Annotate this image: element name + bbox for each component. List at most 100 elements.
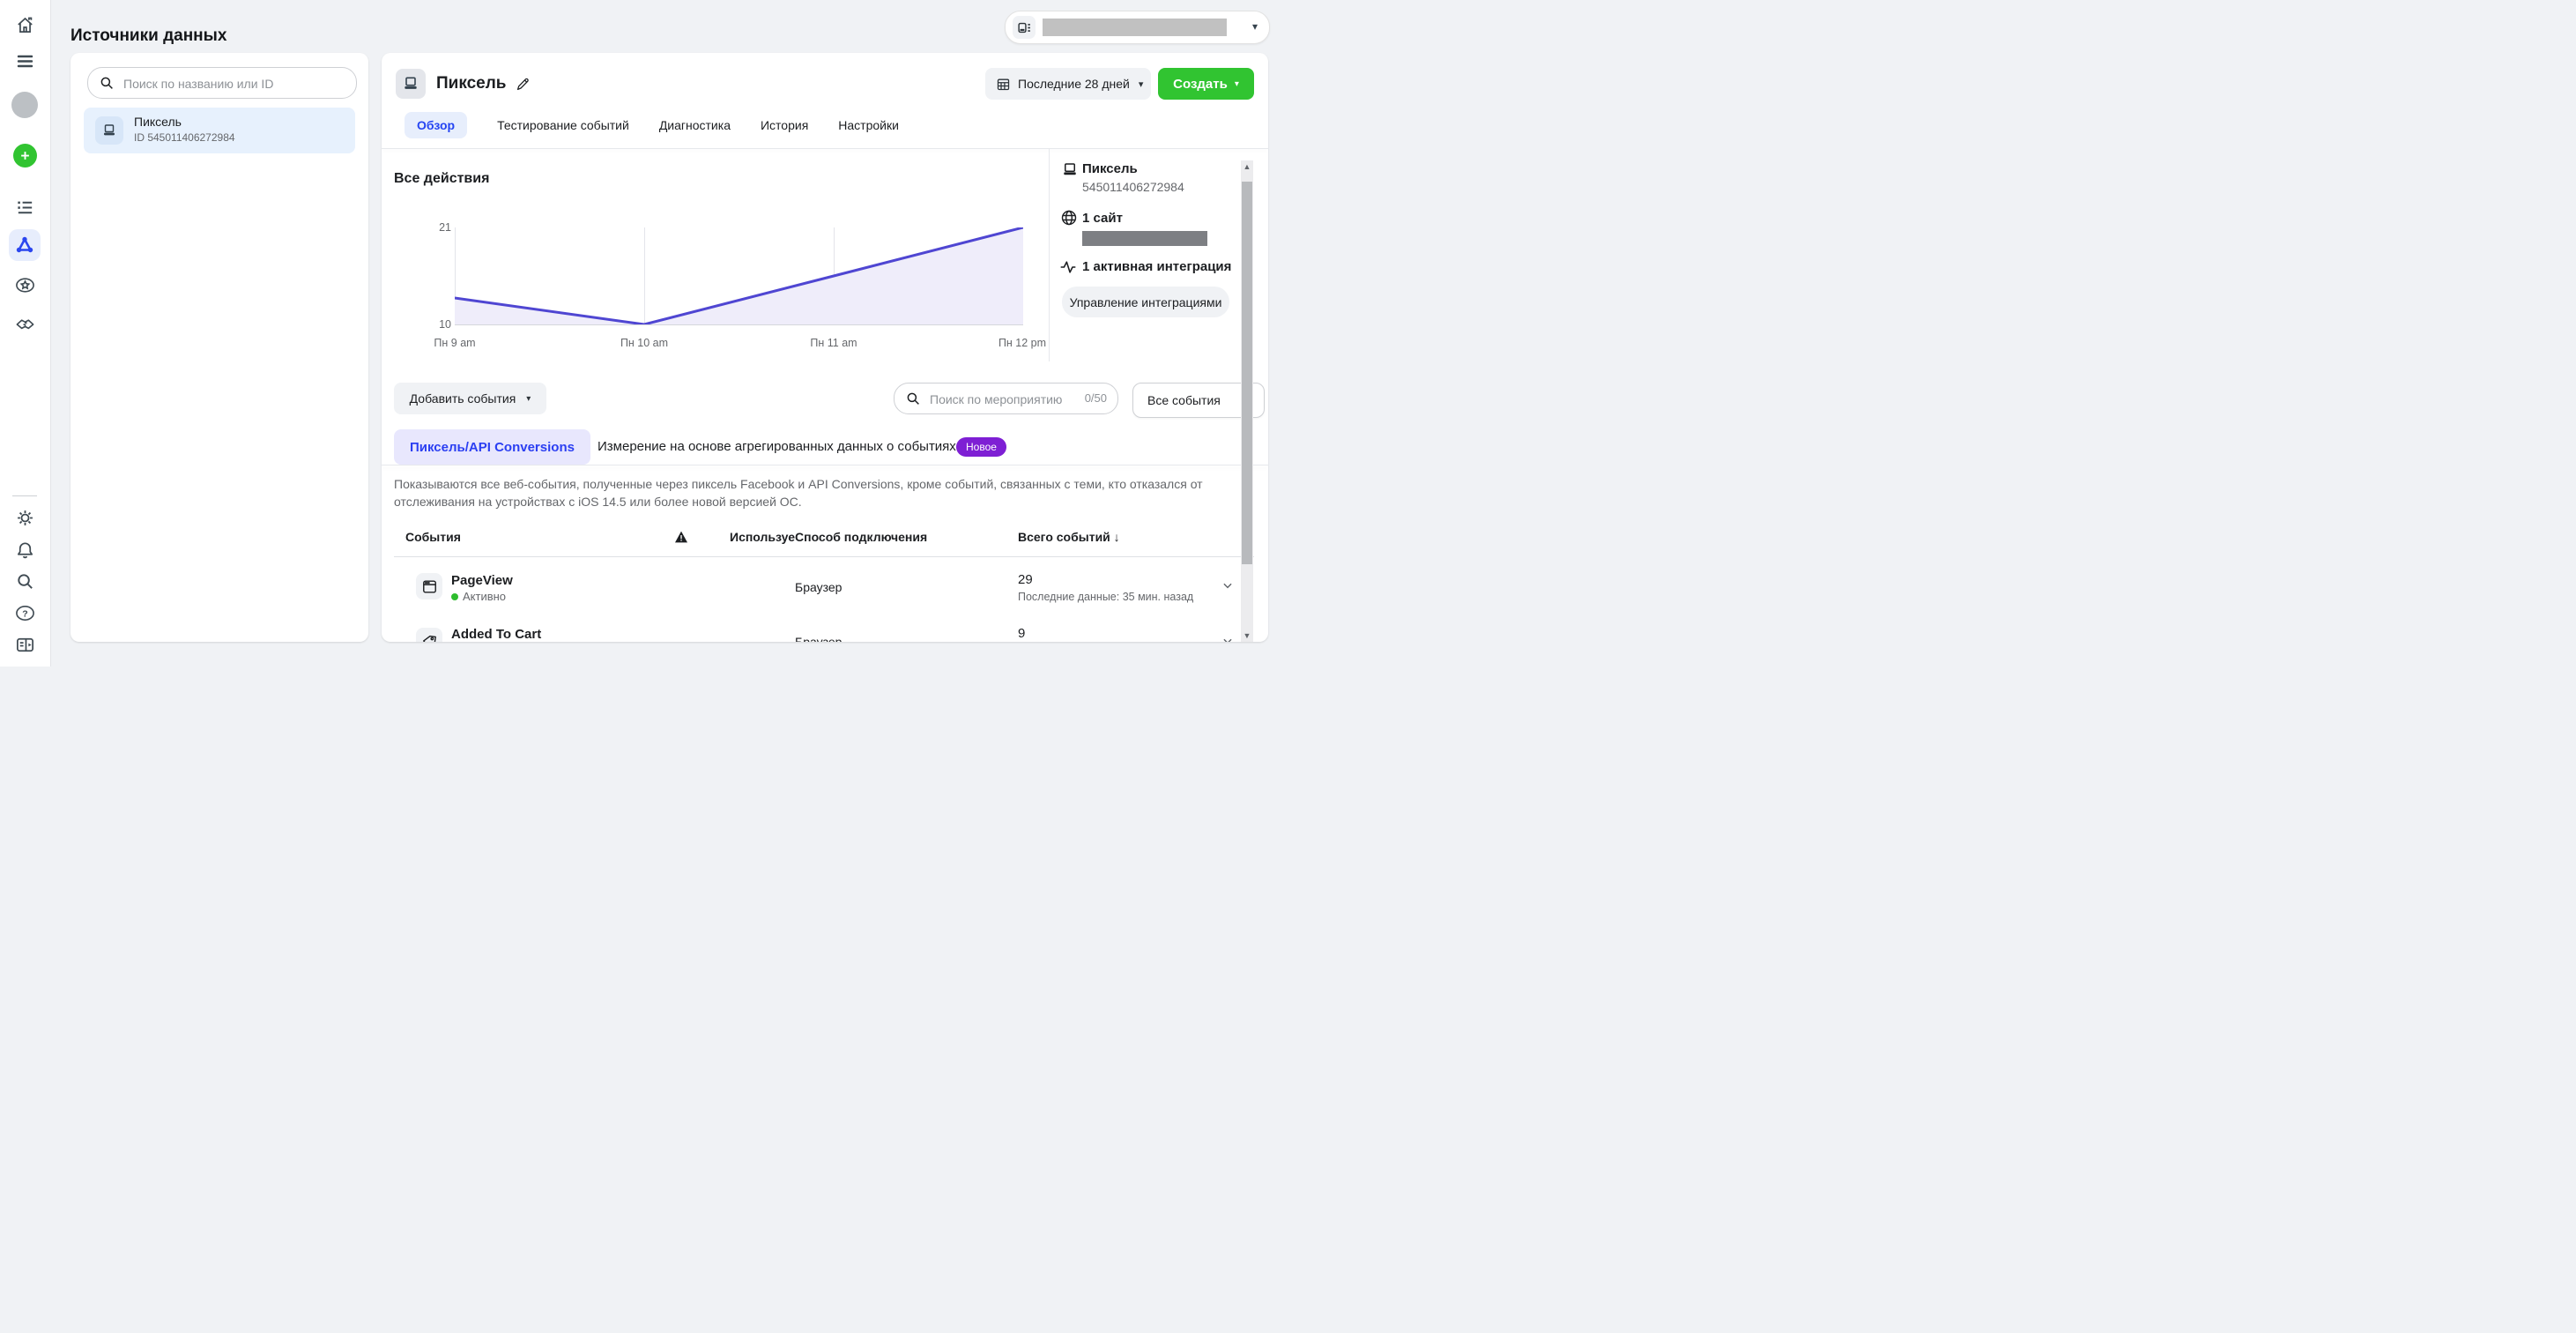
status-dot xyxy=(451,593,458,600)
chevron-down-icon: ▾ xyxy=(1252,20,1258,33)
scroll-up-icon[interactable]: ▲ xyxy=(1241,162,1253,171)
site-url-redacted xyxy=(1082,231,1207,246)
chart-title: Все действия xyxy=(394,171,489,187)
data-sources-panel: Пиксель ID 545011406272984 xyxy=(71,53,368,642)
panel-divider xyxy=(1049,149,1050,361)
learning-resources-icon[interactable] xyxy=(15,635,35,655)
pixel-title: Пиксель xyxy=(436,74,506,93)
event-search[interactable]: 0/50 xyxy=(894,383,1118,414)
info-integrations: 1 активная интеграция xyxy=(1082,259,1231,274)
notifications-bell-icon[interactable] xyxy=(15,540,35,560)
create-button-label: Создать xyxy=(1173,77,1228,92)
search-icon xyxy=(905,391,921,406)
char-counter: 0/50 xyxy=(1085,391,1107,405)
tab-overview[interactable]: Обзор xyxy=(405,112,467,138)
event-name: PageView xyxy=(451,573,513,588)
search-icon xyxy=(99,75,115,91)
sidebar-item-data-sources[interactable] xyxy=(9,229,41,261)
table-divider xyxy=(394,556,1254,557)
pulse-icon xyxy=(1059,258,1077,276)
x-tick-11am: Пн 11 am xyxy=(794,337,873,349)
y-tick-21: 21 xyxy=(419,221,451,234)
chevron-down-icon: ▾ xyxy=(1235,79,1239,89)
browser-window-icon xyxy=(416,573,442,599)
expand-chevron-icon[interactable] xyxy=(1221,579,1234,592)
search-icon[interactable] xyxy=(15,571,35,592)
source-list-item-pixel[interactable]: Пиксель ID 545011406272984 xyxy=(84,108,355,153)
source-search[interactable] xyxy=(87,67,357,99)
x-tick-10am: Пн 10 am xyxy=(605,337,684,349)
edit-pencil-icon[interactable] xyxy=(515,76,531,93)
menu-icon[interactable] xyxy=(15,51,35,71)
col-connection: Способ подключения xyxy=(795,530,927,544)
quality-star-icon[interactable] xyxy=(15,275,35,295)
event-last-data: Последние данные: 35 мин. назад xyxy=(1018,591,1193,603)
tab-diagnostics[interactable]: Диагностика xyxy=(659,112,731,138)
event-total: 9 xyxy=(1018,626,1025,641)
globe-icon xyxy=(1060,209,1078,227)
overview-list-icon[interactable] xyxy=(15,197,35,218)
x-tick-9am: Пн 9 am xyxy=(415,337,494,349)
page-title: Источники данных xyxy=(71,26,226,46)
tab-history[interactable]: История xyxy=(761,112,808,138)
info-sites: 1 сайт xyxy=(1082,211,1123,226)
pixel-laptop-icon xyxy=(95,116,123,145)
scrollbar-thumb[interactable] xyxy=(1242,182,1252,564)
home-icon[interactable] xyxy=(15,15,35,35)
pixel-overview-panel: Пиксель Последние 28 дней ▾ Создать ▾ Об… xyxy=(382,53,1268,642)
all-actions-area-chart xyxy=(455,227,1023,324)
settings-gear-icon[interactable] xyxy=(15,508,35,528)
avatar[interactable] xyxy=(11,92,38,118)
warning-icon xyxy=(674,530,688,544)
events-manager-page: { "page": { "title": "Источники данных" … xyxy=(0,0,1288,666)
subtab-aggregated-measurement[interactable]: Измерение на основе агрегированных данны… xyxy=(598,439,956,454)
x-tick-12pm: Пн 12 pm xyxy=(983,337,1062,349)
subtab-pixel-api-conversions[interactable]: Пиксель/API Conversions xyxy=(394,429,590,465)
source-id: ID 545011406272984 xyxy=(134,131,235,144)
event-connection: Браузер xyxy=(795,635,842,642)
add-events-label: Добавить события xyxy=(410,391,516,406)
add-events-button[interactable]: Добавить события ▾ xyxy=(394,383,546,414)
events-description-line2: отслеживания на устройствах с iOS 14.5 и… xyxy=(394,495,802,509)
partners-handshake-icon[interactable] xyxy=(15,314,35,334)
tab-test-events[interactable]: Тестирование событий xyxy=(497,112,629,138)
help-icon[interactable]: ? xyxy=(15,603,35,623)
business-selector[interactable]: ▾ xyxy=(1005,11,1270,44)
tab-settings[interactable]: Настройки xyxy=(838,112,899,138)
manage-integrations-button[interactable]: Управление интеграциями xyxy=(1062,287,1229,317)
expand-chevron-icon[interactable] xyxy=(1221,635,1234,642)
event-connection: Браузер xyxy=(795,580,842,594)
info-pixel-name: Пиксель xyxy=(1082,161,1138,176)
date-range-selector[interactable]: Последние 28 дней ▾ xyxy=(985,68,1151,100)
svg-text:?: ? xyxy=(22,608,27,619)
create-plus-button[interactable] xyxy=(13,144,37,168)
pixel-tabs: Обзор Тестирование событий Диагностика И… xyxy=(405,112,899,138)
col-total-label: Всего событий xyxy=(1018,530,1110,544)
event-total: 29 xyxy=(1018,572,1033,587)
source-search-input[interactable] xyxy=(122,68,347,100)
chart-baseline xyxy=(455,324,1023,325)
calendar-icon xyxy=(996,77,1011,92)
events-description-line1: Показываются все веб-события, полученные… xyxy=(394,477,1203,491)
chevron-down-icon: ▾ xyxy=(1139,78,1144,90)
y-tick-10: 10 xyxy=(419,318,451,331)
date-range-label: Последние 28 дней xyxy=(1018,77,1130,91)
business-icon xyxy=(1013,16,1036,39)
col-events: События xyxy=(405,530,461,544)
sort-down-icon: ↓ xyxy=(1114,530,1120,544)
col-total[interactable]: Всего событий ↓ xyxy=(1018,530,1120,544)
header-divider xyxy=(382,148,1268,149)
left-nav-rail: ? xyxy=(0,0,51,666)
panel-scrollbar[interactable]: ▲ ▼ xyxy=(1241,160,1253,642)
scroll-down-icon[interactable]: ▼ xyxy=(1241,631,1253,640)
event-search-input[interactable] xyxy=(928,384,1072,415)
laptop-icon xyxy=(1062,161,1078,177)
events-filter-label: Все события xyxy=(1147,393,1221,407)
chevron-down-icon: ▾ xyxy=(526,394,531,404)
sidebar-divider xyxy=(12,495,37,496)
pixel-laptop-icon xyxy=(396,69,426,99)
price-tag-icon xyxy=(416,628,442,642)
new-badge: Новое xyxy=(956,437,1006,457)
event-name: Added To Cart xyxy=(451,627,541,642)
create-button[interactable]: Создать ▾ xyxy=(1158,68,1254,100)
